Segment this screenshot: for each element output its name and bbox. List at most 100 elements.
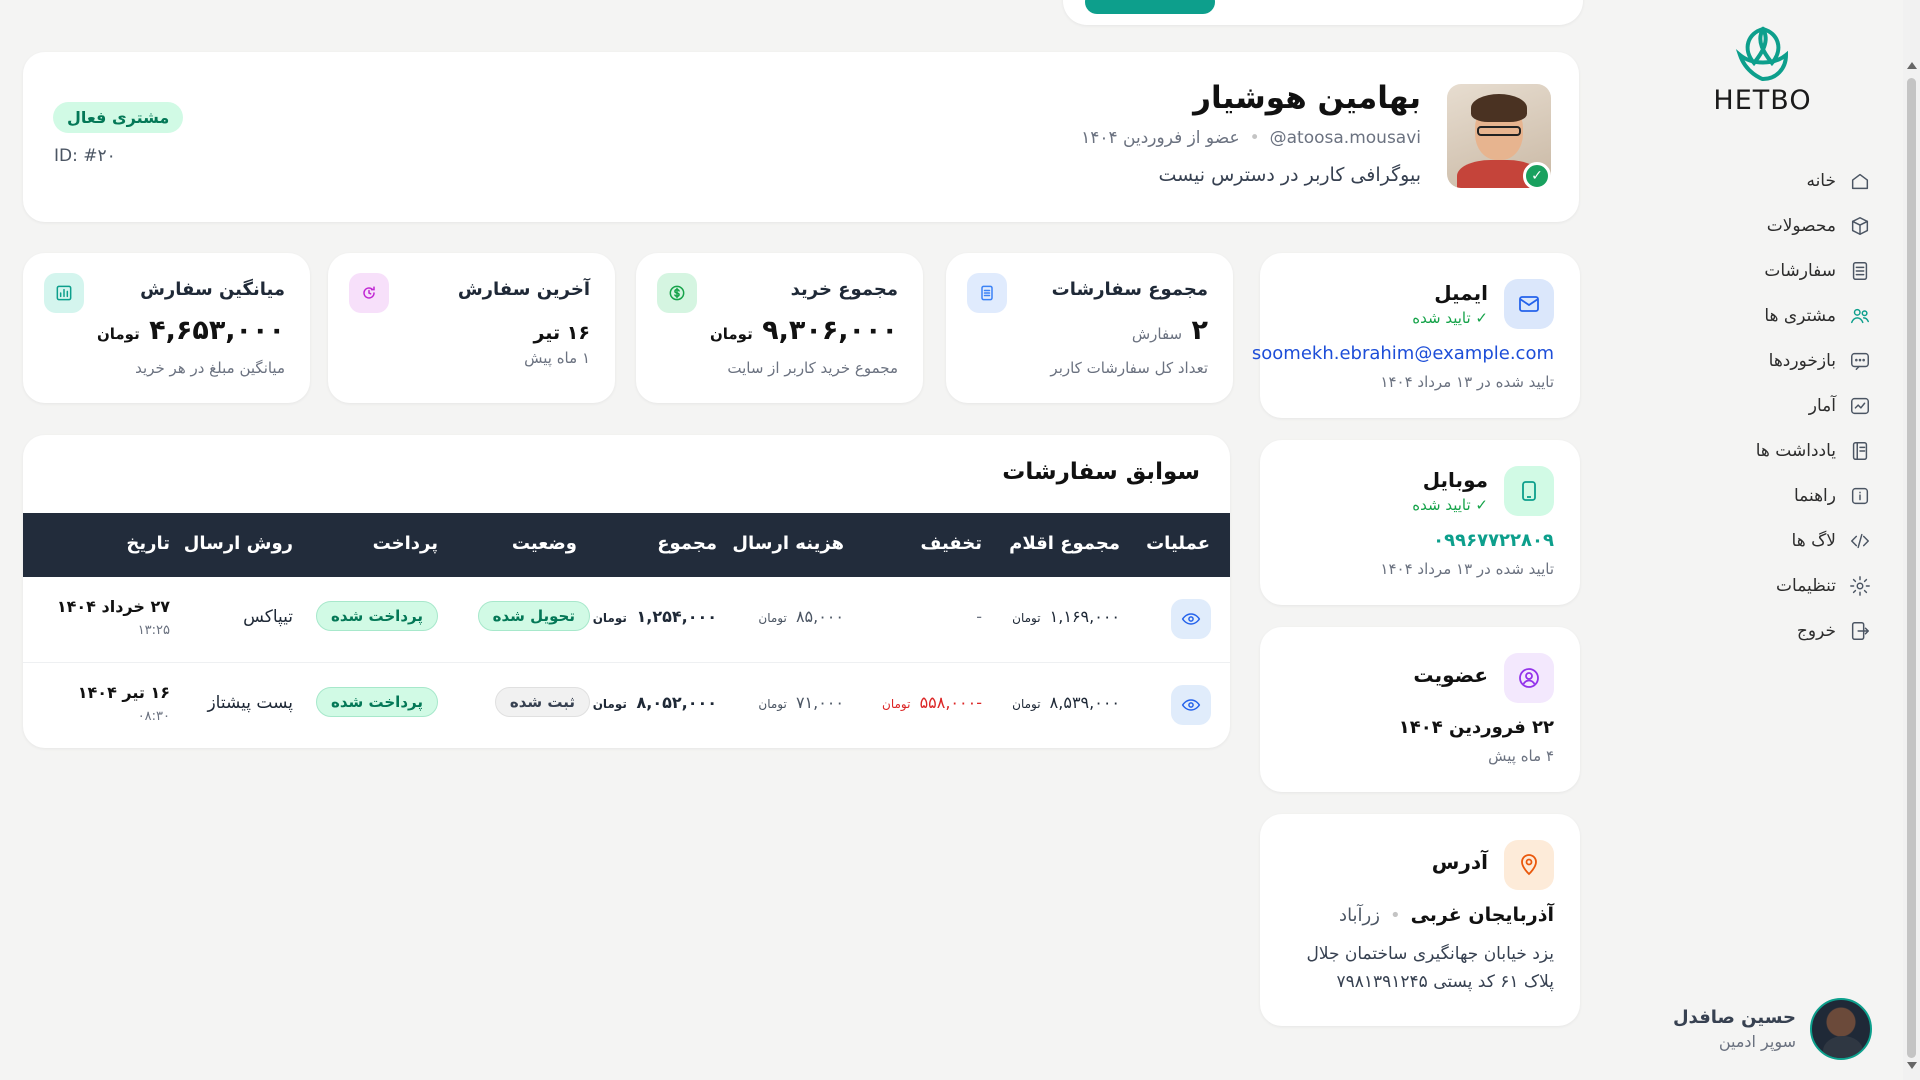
sidebar-item-label: تنظیمات [1776, 575, 1836, 596]
stat-subtitle: میانگین مبلغ در هر خرید [135, 359, 285, 377]
scroll-down-arrow[interactable] [1907, 1062, 1917, 1069]
stat-title: مجموع سفارشات [1051, 279, 1208, 300]
verified-check-icon: ✓ [1523, 162, 1551, 190]
stat-unit: تومان [96, 325, 140, 343]
sidebar-item-10[interactable]: تنظیمات [1672, 563, 1872, 608]
scroll-up-arrow[interactable] [1907, 62, 1917, 69]
view-order-button[interactable] [1171, 685, 1211, 725]
column-header[interactable]: مجموع اقلام [1009, 533, 1120, 554]
cell-total: ۱,۲۵۴,۰۰۰ تومان [593, 607, 717, 626]
orders-table-header: عملیات مجموع اقلام تخفیف هزینه ارسال مجموع وض… [23, 513, 1230, 577]
stat-value: ۴,۶۵۳,۰۰۰ تومان [97, 315, 285, 346]
cell-total: ۸,۰۵۲,۰۰۰ تومان [593, 693, 717, 712]
home-icon [1848, 169, 1872, 193]
column-header[interactable]: هزینه ارسال [732, 533, 844, 554]
table-row[interactable]: ۱,۱۶۹,۰۰۰ تومان - ۸۵,۰۰۰ تومان ۱,۲۵۴,۰۰۰ تو… [23, 577, 1230, 663]
mobile-card: موبایل ✓ تایید شده ۰۹۹۶۷۷۲۲۸۰۹ تایید شده… [1260, 440, 1580, 605]
column-header[interactable]: تاریخ [126, 533, 170, 554]
address-card: آدرس آذربایجان غربی • زرآباد یزد خیابان … [1260, 814, 1580, 1026]
cell-discount: -۵۵۸,۰۰۰ تومان [882, 693, 982, 712]
sidebar-item-8[interactable]: راهنما [1672, 473, 1872, 518]
stat-card-3: آخرین سفارش ۱۶ تیر ۱ ماه پیش [328, 253, 615, 403]
cell-date: ۲۷ خرداد ۱۴۰۴ [56, 597, 170, 616]
refresh-icon [349, 273, 389, 313]
toolbar-primary-button[interactable] [1085, 0, 1215, 14]
sidebar-item-3[interactable]: سفارشات [1672, 248, 1872, 293]
column-header[interactable]: وضعیت [512, 533, 577, 554]
sidebar-item-label: لاگ ها [1791, 530, 1836, 551]
amount: ۷۱,۰۰۰ [795, 693, 844, 712]
order-status-badge: تحویل شده [477, 601, 590, 631]
amount: - [976, 607, 982, 626]
orders-title: سوابق سفارشات [1002, 459, 1200, 485]
table-row[interactable]: ۸,۵۳۹,۰۰۰ تومان -۵۵۸,۰۰۰ تومان ۷۱,۰۰۰ توما… [23, 663, 1230, 748]
profile-name: بهامین هوشیار [1193, 80, 1421, 116]
sidebar-item-5[interactable]: بازخوردها [1672, 338, 1872, 383]
leaf-logo-icon [1735, 26, 1788, 82]
stat-value: ۱۶ تیر [533, 315, 590, 346]
amount: ۸۵,۰۰۰ [795, 607, 844, 626]
scrollbar[interactable] [1903, 0, 1920, 1080]
email-title: ایمیل [1434, 281, 1488, 305]
sidebar-item-11[interactable]: خروج [1672, 608, 1872, 653]
column-header[interactable]: پرداخت [373, 533, 438, 554]
eye-icon [1181, 613, 1201, 625]
stat-number: ۱۶ تیر [533, 322, 590, 344]
amount: ۸,۰۵۲,۰۰۰ [636, 693, 717, 712]
stat-card-1: مجموع سفارشات ۲ سفارش تعداد کل سفارشات کار… [946, 253, 1233, 403]
address-province: آذربایجان غربی [1410, 904, 1554, 926]
address-line1: یزد خیابان جهانگیری ساختمان جلال [1306, 944, 1554, 964]
phone-icon [1504, 466, 1554, 516]
column-header[interactable]: مجموع [657, 533, 717, 554]
sidebar-item-2[interactable]: محصولات [1672, 203, 1872, 248]
column-header[interactable]: تخفیف [921, 533, 982, 554]
email-link[interactable]: soomekh.ebrahim@example.com [1252, 343, 1554, 364]
column-header[interactable]: روش ارسال [184, 533, 293, 554]
users-icon [1848, 304, 1872, 328]
address-line2: پلاک ۶۱ کد پستی ۷۹۸۱۳۹۱۲۴۵ [1336, 972, 1554, 992]
box-icon [1848, 214, 1872, 238]
brand-logo[interactable]: HETBO [1690, 25, 1835, 116]
mobile-title: موبایل [1422, 468, 1488, 492]
dot-separator: • [1249, 128, 1260, 148]
sidebar-item-4[interactable]: مشتری ها [1672, 293, 1872, 338]
sidebar-item-1[interactable]: خانه [1672, 158, 1872, 203]
mobile-number[interactable]: ۰۹۹۶۷۷۲۲۸۰۹ [1433, 530, 1554, 551]
sidebar-item-6[interactable]: آمار [1672, 383, 1872, 428]
sidebar-item-7[interactable]: یادداشت ها [1672, 428, 1872, 473]
chart-icon [1848, 394, 1872, 418]
cell-discount: - [976, 607, 982, 626]
cell-time: ۰۸:۳۰ [137, 709, 170, 724]
profile-member-since: عضو از فروردین ۱۴۰۴ [1081, 128, 1240, 148]
sidebar-item-label: یادداشت ها [1755, 440, 1836, 461]
status-badge: مشتری فعال [53, 102, 184, 133]
address-city: زرآباد [1339, 905, 1380, 926]
stat-card-2: مجموع خرید ۹,۳۰۶,۰۰۰ تومان مجموع خرید کارب… [636, 253, 923, 403]
currency-label: تومان [1012, 611, 1041, 625]
user-role: سوپر ادمین [1718, 1032, 1796, 1051]
order-status-badge: ثبت شده [494, 687, 590, 717]
cell-shipping: ۸۵,۰۰۰ تومان [758, 607, 844, 626]
stat-subtitle: تعداد کل سفارشات کاربر [1050, 359, 1208, 377]
current-user[interactable]: حسین صافدل سوپر ادمین [1673, 998, 1872, 1060]
mobile-verified-status: ✓ تایید شده [1412, 496, 1488, 514]
column-header[interactable]: عملیات [1146, 533, 1210, 554]
currency-label: تومان [592, 697, 627, 711]
stat-value: ۹,۳۰۶,۰۰۰ تومان [710, 315, 898, 346]
cell-items-total: ۱,۱۶۹,۰۰۰ تومان [1012, 607, 1120, 626]
stat-number: ۴,۶۵۳,۰۰۰ [149, 315, 285, 346]
mail-icon [1504, 279, 1554, 329]
notebook-icon [1848, 439, 1872, 463]
scrollbar-thumb[interactable] [1907, 78, 1916, 1058]
avatar[interactable] [1810, 998, 1872, 1060]
membership-ago: ۴ ماه پیش [1488, 747, 1554, 765]
view-order-button[interactable] [1171, 599, 1211, 639]
chat-icon [1848, 349, 1872, 373]
stat-unit: سفارش [1131, 325, 1183, 343]
sidebar-item-9[interactable]: لاگ ها [1672, 518, 1872, 563]
gear-icon [1848, 574, 1872, 598]
mobile-verified-date: تایید شده در ۱۳ مرداد ۱۴۰۴ [1380, 560, 1554, 578]
stat-title: میانگین سفارش [140, 279, 285, 300]
sidebar-item-label: خانه [1806, 170, 1836, 191]
logout-icon [1848, 619, 1872, 643]
